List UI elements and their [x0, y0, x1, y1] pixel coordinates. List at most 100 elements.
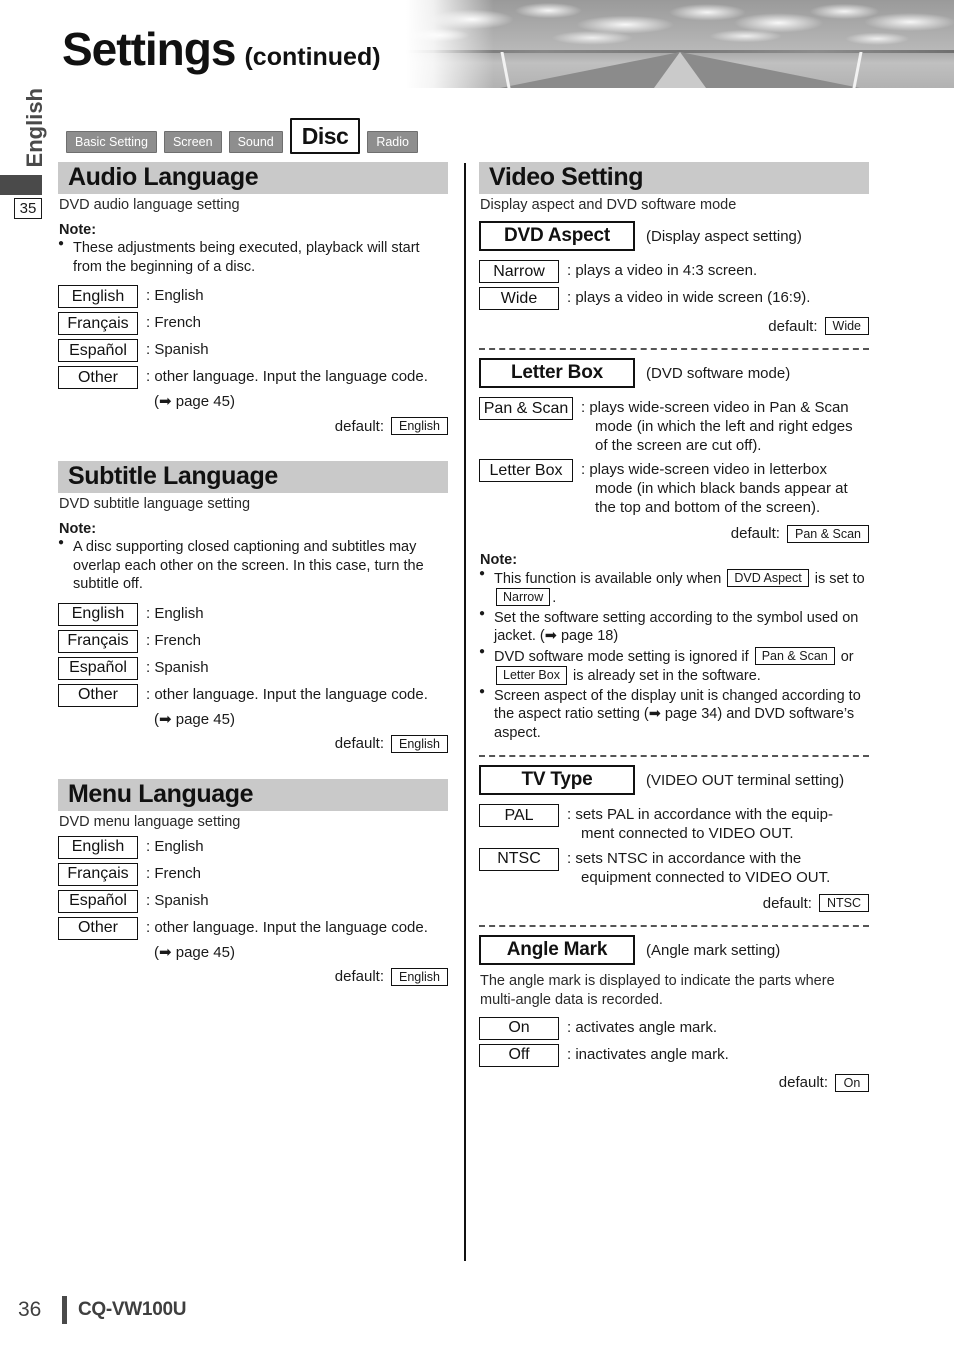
setting-button-dvd-aspect[interactable]: DVD Aspect: [479, 221, 635, 251]
option-desc-pal: : sets PAL in accordance with the equip-…: [567, 804, 833, 844]
page-reference-audio-language[interactable]: (➡ page 45): [154, 392, 448, 410]
option-row-narrow[interactable]: Narrow : plays a video in 4:3 screen.: [479, 260, 869, 283]
subsection-header-letter-box: Letter Box (DVD software mode): [479, 358, 869, 388]
option-box-other[interactable]: Other: [58, 366, 138, 390]
option-row-letter-box[interactable]: Letter Box : plays wide-screen video in …: [479, 459, 869, 517]
header-photo-desert-road: [406, 0, 954, 88]
option-row-espanol[interactable]: Español : Spanish: [58, 889, 448, 913]
option-list-tv-type: PAL : sets PAL in accordance with the eq…: [479, 804, 869, 887]
option-row-francais[interactable]: Français : French: [58, 629, 448, 653]
default-line-tv-type: default: NTSC: [479, 894, 869, 913]
tab-basic-setting[interactable]: Basic Setting: [66, 131, 157, 153]
separator-dashed: [479, 348, 869, 350]
option-desc-line-2: equipment connected to VIDEO OUT.: [581, 868, 831, 886]
option-row-on[interactable]: On : activates angle mark.: [479, 1016, 869, 1040]
settings-tab-bar[interactable]: Basic Setting Screen Sound Disc Radio: [66, 118, 418, 154]
option-list-letter-box: Pan & Scan : plays wide-screen video in …: [479, 397, 869, 518]
option-row-francais[interactable]: Français : French: [58, 312, 448, 336]
page-reference-menu-language[interactable]: (➡ page 45): [154, 943, 448, 961]
option-box-narrow[interactable]: Narrow: [479, 260, 559, 283]
setting-caption-dvd-aspect: (Display aspect setting): [646, 227, 802, 245]
option-desc-line-2: mode (in which black bands appear at: [595, 480, 848, 497]
option-desc-line-3: of the screen are cut off).: [595, 436, 762, 454]
page-title-sub: (continued): [244, 43, 381, 71]
inline-setting-chip: Narrow: [496, 588, 551, 607]
subsection-header-dvd-aspect: DVD Aspect (Display aspect setting): [479, 221, 869, 251]
option-row-other[interactable]: Other : other language. Input the langua…: [58, 683, 448, 707]
language-rail-label: English: [22, 88, 47, 168]
option-desc-espanol: : Spanish: [146, 891, 209, 909]
option-list-menu-language: English : English Français : French Espa…: [58, 835, 448, 961]
setting-button-letter-box[interactable]: Letter Box: [479, 358, 635, 388]
page-reference-subtitle-language[interactable]: (➡ page 45): [154, 710, 448, 728]
option-box-on[interactable]: On: [479, 1016, 559, 1040]
section-description-subtitle-language: DVD subtitle language setting: [59, 496, 251, 513]
option-desc-francais: : French: [146, 314, 202, 332]
option-desc-line-1: : sets NTSC in accordance with the: [567, 849, 802, 867]
option-box-espanol[interactable]: Español: [58, 656, 138, 680]
default-label: default:: [334, 968, 384, 986]
option-row-off[interactable]: Off : inactivates angle mark.: [479, 1043, 869, 1067]
note-title-video-setting: Note:: [480, 551, 518, 568]
default-line-dvd-aspect: default: Wide: [479, 317, 869, 335]
option-box-espanol[interactable]: Español: [58, 339, 138, 363]
option-box-francais[interactable]: Français: [58, 629, 138, 653]
note-item: These adjustments being executed, playba…: [58, 238, 448, 276]
tab-radio[interactable]: Radio: [367, 131, 418, 153]
option-box-espanol[interactable]: Español: [58, 889, 138, 913]
option-row-wide[interactable]: Wide : plays a video in wide screen (16:…: [479, 287, 869, 310]
option-row-ntsc[interactable]: NTSC : sets NTSC in accordance with the …: [479, 847, 869, 888]
option-row-espanol[interactable]: Español : Spanish: [58, 339, 448, 363]
option-row-other[interactable]: Other : other language. Input the langua…: [58, 366, 448, 390]
column-divider: [464, 163, 466, 1261]
option-box-wide[interactable]: Wide: [479, 287, 559, 310]
option-desc-espanol: : Spanish: [146, 658, 209, 676]
option-row-espanol[interactable]: Español : Spanish: [58, 656, 448, 680]
option-box-english[interactable]: English: [58, 285, 138, 309]
tab-sound[interactable]: Sound: [228, 131, 283, 153]
section-heading-audio-language: Audio Language: [58, 162, 448, 194]
option-box-pal[interactable]: PAL: [479, 804, 559, 828]
option-box-ntsc[interactable]: NTSC: [479, 847, 559, 871]
section-heading-menu-language: Menu Language: [58, 778, 448, 811]
option-desc-english: : English: [146, 287, 204, 305]
option-list-angle-mark: On : activates angle mark. Off : inactiv…: [479, 1016, 869, 1067]
setting-button-angle-mark[interactable]: Angle Mark: [479, 935, 635, 966]
section-audio-language: Audio Language DVD audio language settin…: [58, 162, 448, 436]
option-box-pan-and-scan[interactable]: Pan & Scan: [479, 397, 573, 420]
option-row-pan-and-scan[interactable]: Pan & Scan : plays wide-screen video in …: [479, 397, 869, 455]
option-row-pal[interactable]: PAL : sets PAL in accordance with the eq…: [479, 804, 869, 844]
note-title-subtitle-language: Note:: [59, 521, 97, 538]
setting-caption-angle-mark: (Angle mark setting): [646, 941, 781, 959]
section-description-audio-language: DVD audio language setting: [59, 197, 240, 213]
option-desc-pan-and-scan: : plays wide-screen video in Pan & Scan …: [581, 397, 853, 455]
separator-dashed: [479, 755, 869, 758]
option-box-off[interactable]: Off: [479, 1043, 559, 1067]
option-row-english[interactable]: English : English: [58, 835, 448, 859]
option-row-english[interactable]: English : English: [58, 285, 448, 309]
footer-divider: [62, 1296, 67, 1324]
inline-setting-chip: DVD Aspect: [727, 568, 809, 587]
option-box-english[interactable]: English: [58, 602, 138, 626]
subsection-letter-box: Letter Box (DVD software mode) Pan & Sca…: [479, 358, 869, 543]
tab-screen[interactable]: Screen: [163, 131, 222, 153]
option-list-subtitle-language: English : English Français : French Espa…: [58, 602, 448, 728]
option-box-english[interactable]: English: [58, 835, 138, 859]
option-box-letter-box[interactable]: Letter Box: [479, 459, 573, 483]
option-box-other[interactable]: Other: [58, 916, 138, 940]
option-row-english[interactable]: English : English: [58, 602, 448, 626]
option-box-other[interactable]: Other: [58, 683, 138, 707]
page-footer: 36 CQ-VW100U: [0, 1286, 954, 1348]
default-label: default:: [334, 735, 384, 753]
option-box-francais[interactable]: Français: [58, 862, 138, 886]
setting-button-tv-type[interactable]: TV Type: [479, 765, 635, 796]
option-box-francais[interactable]: Français: [58, 312, 138, 336]
option-row-francais[interactable]: Français : French: [58, 862, 448, 886]
tab-disc[interactable]: Disc: [289, 118, 361, 154]
left-column: Audio Language DVD audio language settin…: [58, 162, 448, 986]
option-desc-francais: : French: [146, 631, 202, 649]
option-row-other[interactable]: Other : other language. Input the langua…: [58, 916, 448, 940]
section-heading-subtitle-language: Subtitle Language: [58, 461, 448, 494]
note-item: Set the software setting according to th…: [479, 608, 869, 646]
note-list-audio-language: These adjustments being executed, playba…: [58, 238, 448, 276]
